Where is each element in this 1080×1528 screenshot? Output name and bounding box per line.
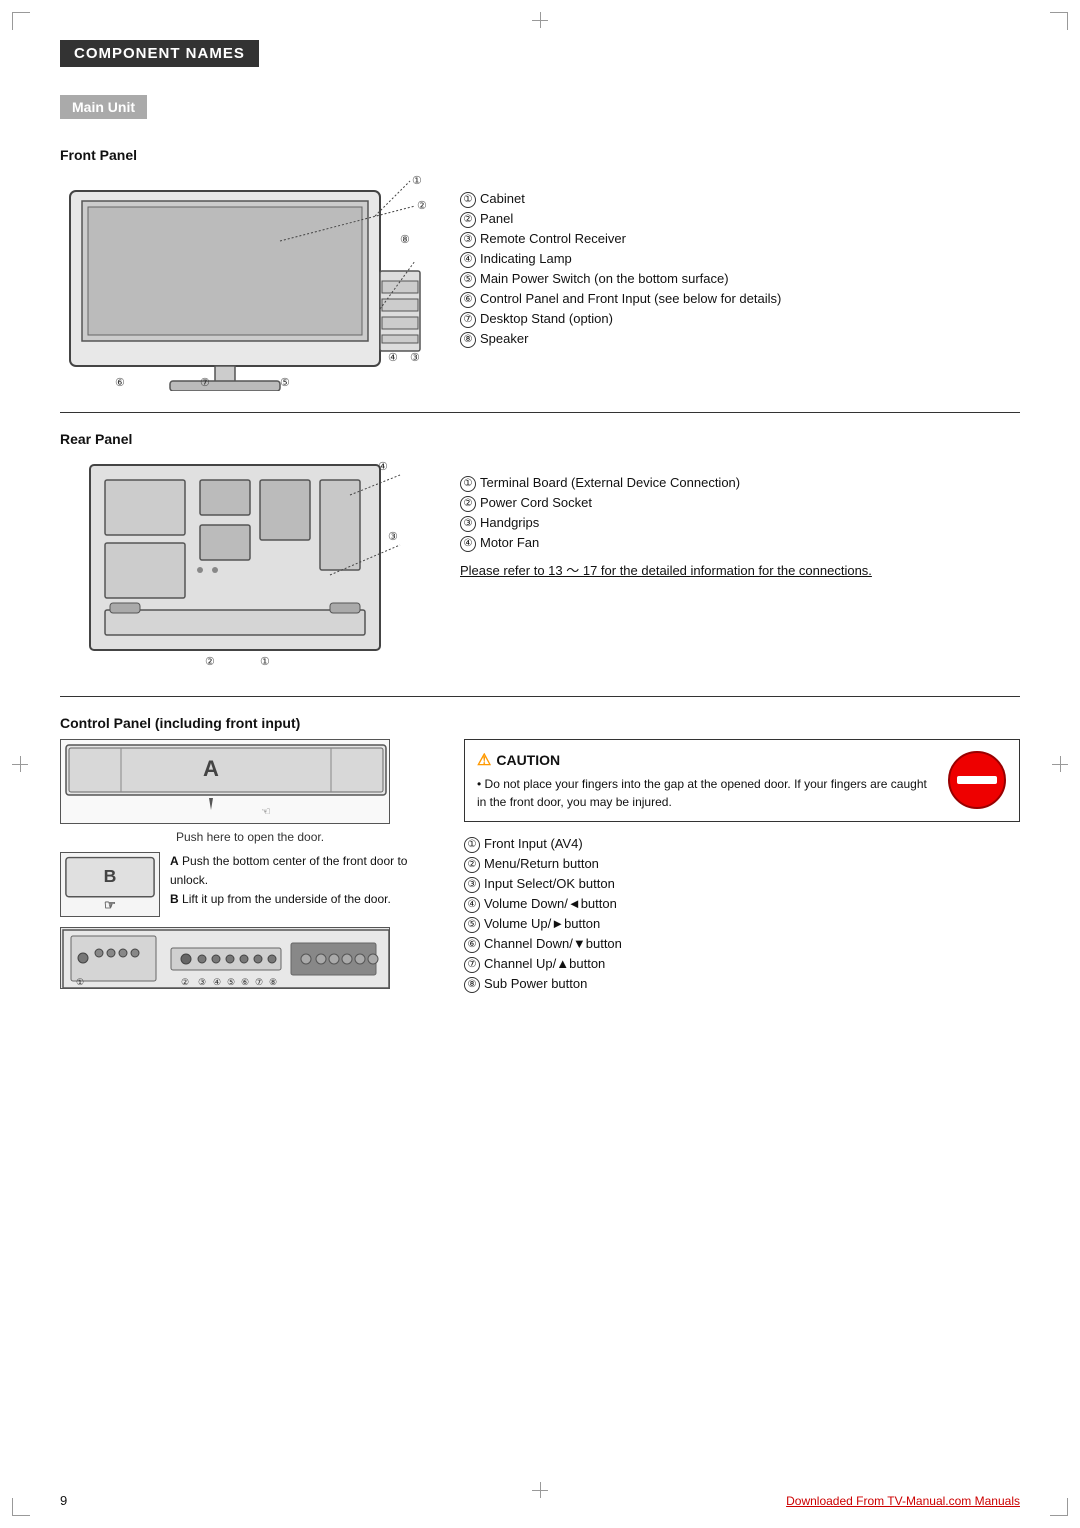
rear-panel-items: ①Terminal Board (External Device Connect…: [460, 475, 1020, 552]
svg-text:③: ③: [388, 531, 398, 543]
svg-text:⑤: ⑤: [280, 377, 290, 389]
front-panel-heading: Front Panel: [60, 147, 440, 163]
corner-mark-br: [1050, 1498, 1068, 1516]
svg-text:④: ④: [213, 977, 221, 987]
control-panel-items: ①Front Input (AV4) ②Menu/Return button ③…: [464, 836, 1020, 993]
page-title: COMPONENT NAMES: [60, 40, 259, 67]
list-item: ①Front Input (AV4): [464, 836, 1020, 853]
page: COMPONENT NAMES Main Unit Front Panel: [0, 0, 1080, 1528]
list-item: ①Terminal Board (External Device Connect…: [460, 475, 1020, 492]
door-open-diagram: A ☜: [60, 739, 390, 824]
step-b-instructions: A Push the bottom center of the front do…: [170, 852, 440, 910]
svg-text:⑧: ⑧: [269, 977, 277, 987]
list-item: ④Motor Fan: [460, 535, 1020, 552]
list-item: ⑤Main Power Switch (on the bottom surfac…: [460, 271, 1020, 288]
control-panel-left: A ☜ Push here to open the door. B: [60, 739, 440, 996]
svg-text:☜: ☜: [261, 806, 271, 818]
svg-text:⑧: ⑧: [400, 234, 410, 246]
rear-panel-diagram: Rear Panel: [60, 431, 440, 678]
cross-mark-top: [532, 12, 548, 28]
list-item: ④Volume Down/◄button: [464, 896, 1020, 913]
caution-box: ⚠ CAUTION • Do not place your fingers in…: [464, 739, 1020, 822]
corner-mark-bl: [12, 1498, 30, 1516]
svg-text:④: ④: [378, 461, 388, 473]
svg-text:⑥: ⑥: [241, 977, 249, 987]
control-panel-right: ⚠ CAUTION • Do not place your fingers in…: [464, 739, 1020, 996]
svg-text:③: ③: [410, 352, 420, 364]
svg-text:①: ①: [76, 977, 84, 987]
svg-text:B: B: [104, 866, 117, 886]
list-item: ④Indicating Lamp: [460, 251, 1020, 268]
divider-1: [60, 412, 1020, 413]
svg-text:①: ①: [412, 175, 422, 187]
list-item: ③Input Select/OK button: [464, 876, 1020, 893]
rear-panel-list: ①Terminal Board (External Device Connect…: [460, 431, 1020, 678]
no-entry-icon: [947, 750, 1007, 810]
caution-content: ⚠ CAUTION • Do not place your fingers in…: [477, 750, 937, 811]
list-item: ⑧Speaker: [460, 331, 1020, 348]
tv-front-svg: ① ② ⑧ ⑥ ⑦ ⑤ ④ ③: [60, 171, 430, 391]
list-item: ⑥Channel Down/▼button: [464, 936, 1020, 953]
list-item: ②Power Cord Socket: [460, 495, 1020, 512]
control-panel-heading: Control Panel (including front input): [60, 715, 1020, 731]
rear-panel-heading: Rear Panel: [60, 431, 440, 447]
front-panel-list: ①Cabinet ②Panel ③Remote Control Receiver…: [460, 147, 1020, 394]
tv-rear-svg: ④ ③ ② ①: [60, 455, 430, 675]
list-item: ②Panel: [460, 211, 1020, 228]
list-item: ③Handgrips: [460, 515, 1020, 532]
list-item: ⑥Control Panel and Front Input (see belo…: [460, 291, 1020, 308]
corner-mark-tl: [12, 12, 30, 30]
main-unit-subtitle: Main Unit: [60, 95, 147, 119]
list-item: ①Cabinet: [460, 191, 1020, 208]
svg-text:A: A: [203, 756, 219, 781]
svg-text:②: ②: [417, 200, 427, 212]
svg-text:☞: ☞: [104, 897, 116, 912]
list-item: ⑦Desktop Stand (option): [460, 311, 1020, 328]
list-item: ③Remote Control Receiver: [460, 231, 1020, 248]
step-b-section: B ☞ A Push the bottom center of the fron…: [60, 852, 440, 917]
svg-text:⑦: ⑦: [255, 977, 263, 987]
front-panel-diagram: Front Panel: [60, 147, 440, 394]
svg-text:②: ②: [181, 977, 189, 987]
reference-link[interactable]: Please refer to 13 ～ 17 for the detailed…: [460, 560, 1020, 579]
footer: 9 Downloaded From TV-Manual.com Manuals: [60, 1493, 1020, 1508]
rear-panel-section: Rear Panel: [60, 431, 1020, 678]
control-panel-section: Control Panel (including front input): [60, 715, 1020, 996]
list-item: ⑦Channel Up/▲button: [464, 956, 1020, 973]
cross-mark-right: [1052, 756, 1068, 772]
svg-text:④: ④: [388, 352, 398, 364]
front-panel-items: ①Cabinet ②Panel ③Remote Control Receiver…: [460, 191, 1020, 348]
warning-icon: ⚠: [477, 750, 491, 770]
buttons-diagram: ① ② ③ ④ ⑤ ⑥ ⑦ ⑧: [60, 927, 390, 989]
page-number: 9: [60, 1493, 67, 1508]
list-item: ②Menu/Return button: [464, 856, 1020, 873]
svg-text:⑤: ⑤: [227, 977, 235, 987]
svg-text:②: ②: [205, 656, 215, 668]
svg-text:⑥: ⑥: [115, 377, 125, 389]
front-panel-section: Front Panel: [60, 147, 1020, 394]
svg-text:③: ③: [198, 977, 206, 987]
step-b-diagram: B ☞: [60, 852, 160, 917]
push-door-text: Push here to open the door.: [60, 830, 440, 844]
svg-text:①: ①: [260, 656, 270, 668]
caution-title: ⚠ CAUTION: [477, 750, 937, 770]
caution-text: • Do not place your fingers into the gap…: [477, 775, 937, 811]
corner-mark-tr: [1050, 12, 1068, 30]
divider-2: [60, 696, 1020, 697]
footer-link[interactable]: Downloaded From TV-Manual.com Manuals: [786, 1494, 1020, 1508]
list-item: ⑤Volume Up/►button: [464, 916, 1020, 933]
cross-mark-left: [12, 756, 28, 772]
svg-text:⑦: ⑦: [200, 377, 210, 389]
list-item: ⑧Sub Power button: [464, 976, 1020, 993]
